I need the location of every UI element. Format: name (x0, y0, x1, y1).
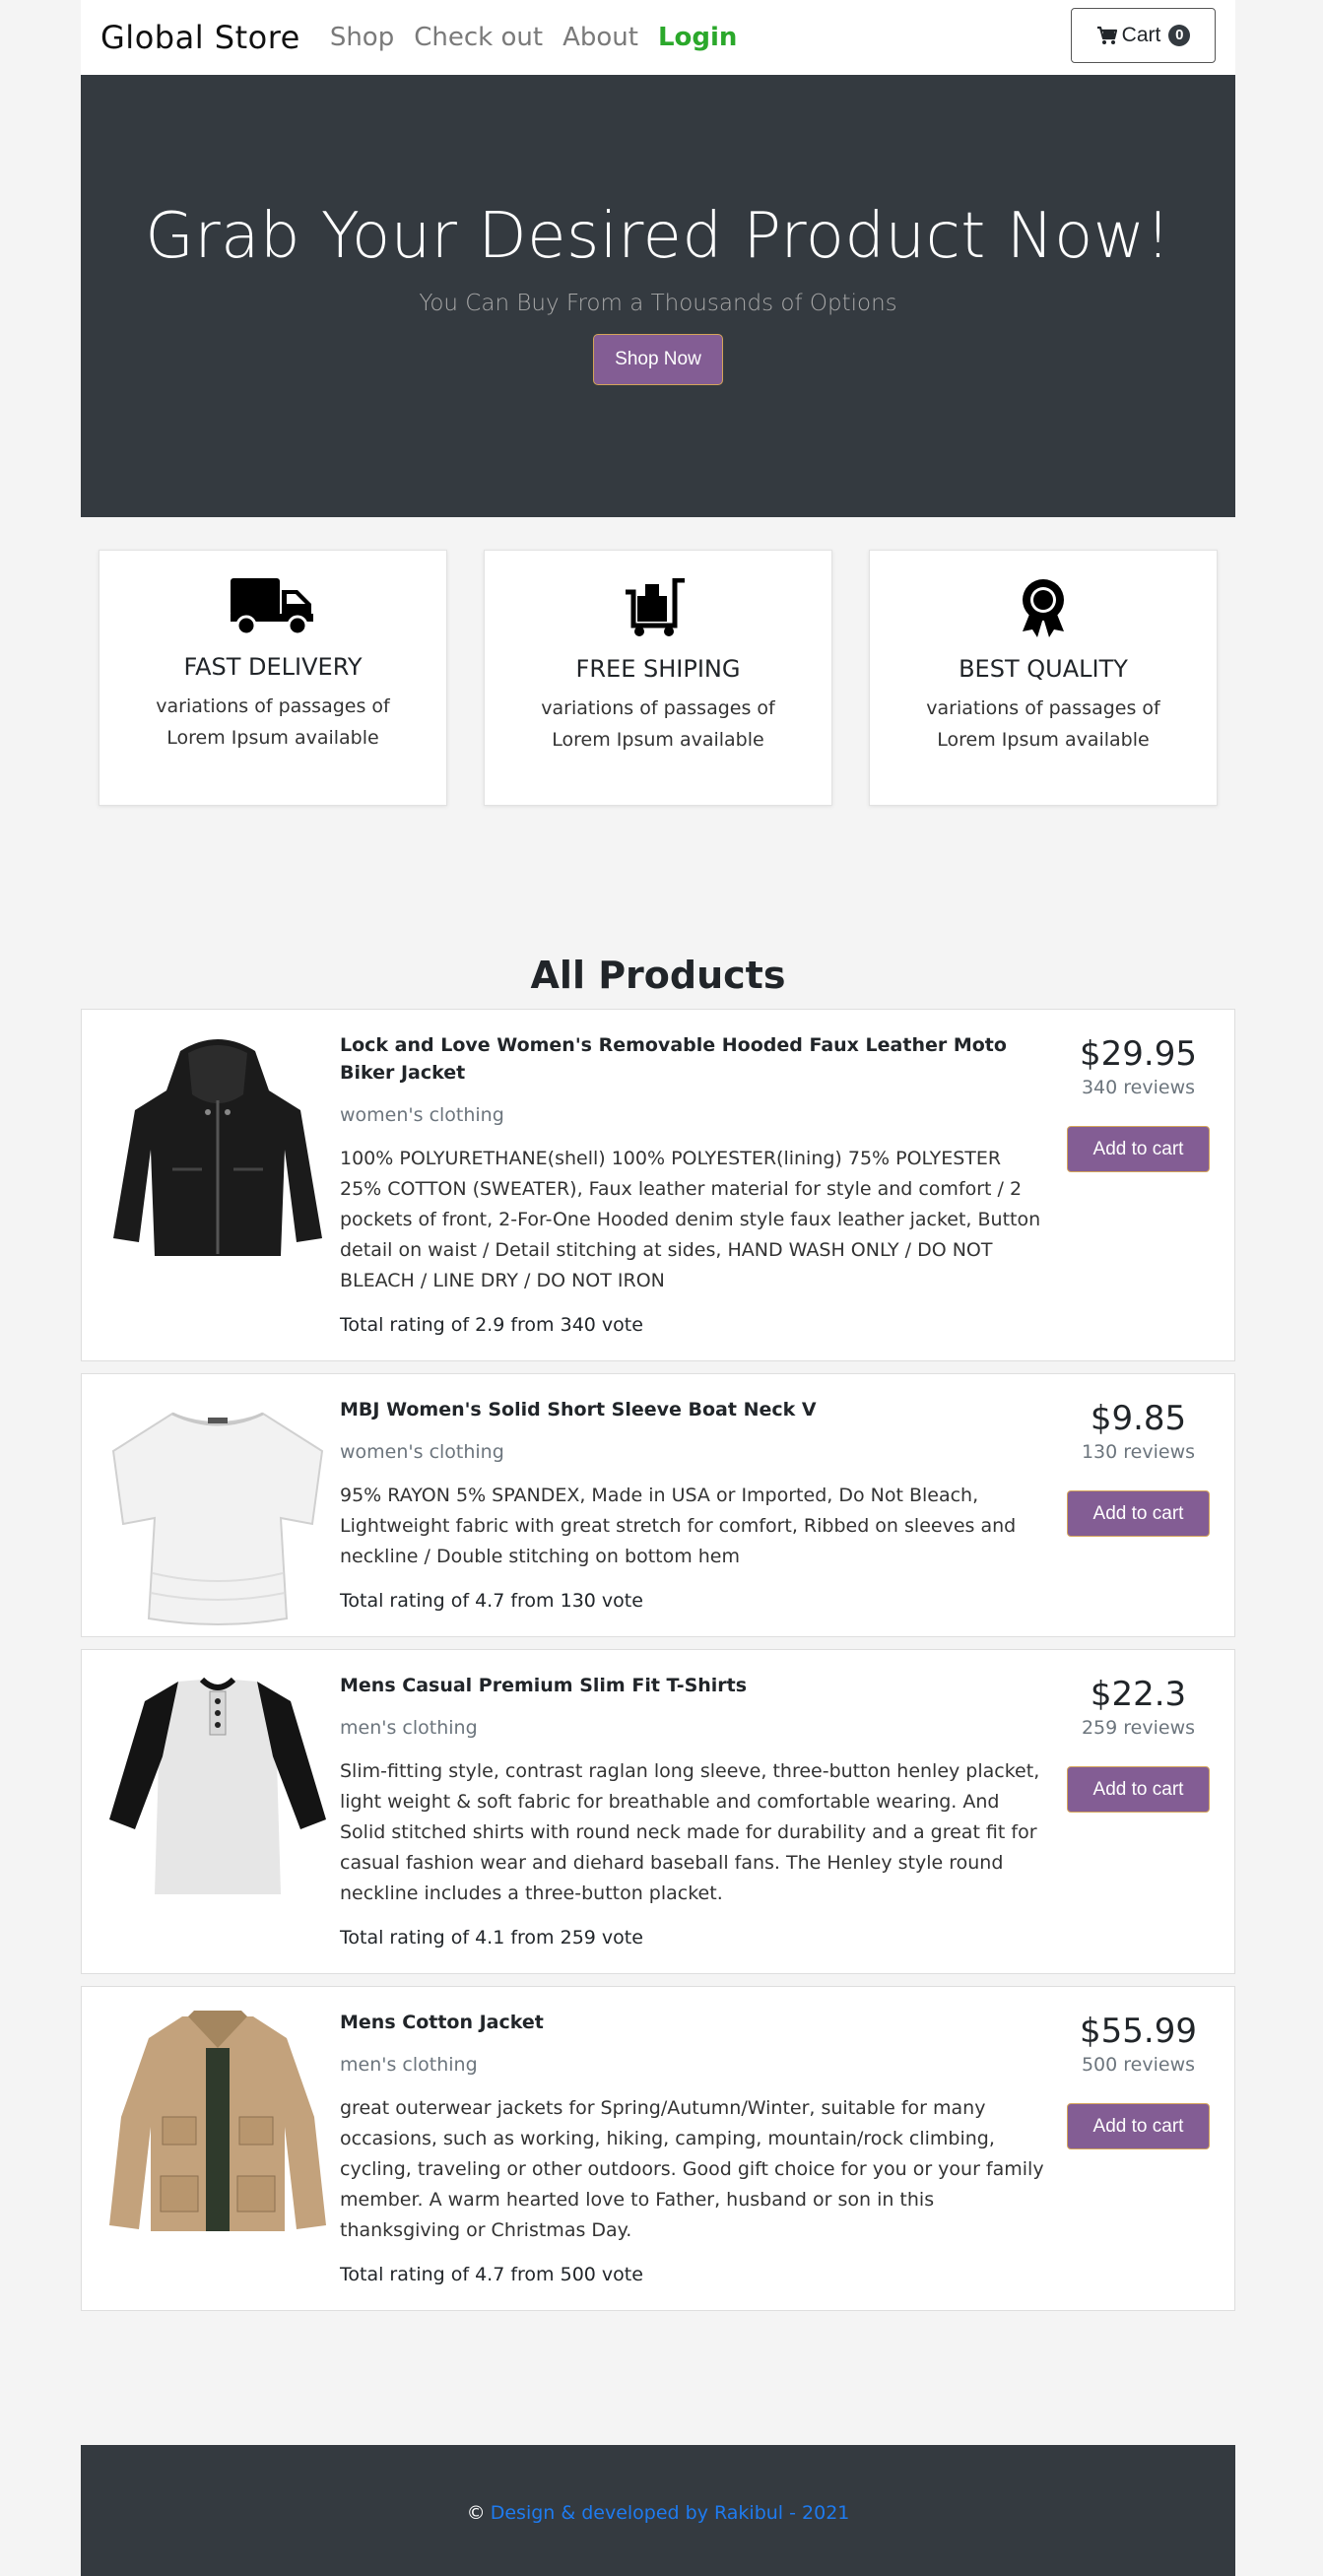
nav-link-login[interactable]: Login (658, 23, 737, 52)
shop-now-button[interactable]: Shop Now (593, 334, 723, 385)
cart-dolly-icon (626, 578, 685, 636)
product-price: $55.99 (1080, 2012, 1197, 2051)
truck-icon (231, 578, 313, 635)
product-category: women's clothing (340, 1441, 504, 1463)
nav-link-checkout[interactable]: Check out (414, 23, 543, 52)
nav-link-shop[interactable]: Shop (330, 23, 394, 52)
add-to-cart-button[interactable]: Add to cart (1067, 1766, 1210, 1813)
copyright-symbol: © (466, 2502, 486, 2524)
add-to-cart-button[interactable]: Add to cart (1067, 1490, 1210, 1537)
nav-link-about[interactable]: About (562, 23, 638, 52)
features-row: FAST DELIVERY variations of passages of … (81, 550, 1235, 806)
product-reviews: 500 reviews (1081, 2054, 1196, 2076)
product-image-white-top (111, 1412, 324, 1625)
add-to-cart-button[interactable]: Add to cart (1067, 2103, 1210, 2149)
section-title-all-products: All Products (530, 954, 786, 997)
product-reviews: 130 reviews (1081, 1441, 1196, 1463)
add-to-cart-button[interactable]: Add to cart (1067, 1126, 1210, 1172)
product-card: Mens Casual Premium Slim Fit T-Shirts me… (81, 1649, 1235, 1974)
feature-title: FAST DELIVERY (183, 653, 363, 681)
product-description: 95% RAYON 5% SPANDEX, Made in USA or Imp… (340, 1485, 1017, 1567)
footer-credit-link[interactable]: Design & developed by Rakibul - 2021 (491, 2502, 850, 2524)
hero-subtitle: You Can Buy From a Thousands of Options (419, 291, 897, 316)
feature-text: variations of passages of Lorem Ipsum av… (541, 697, 775, 751)
hero-banner: Grab Your Desired Product Now! You Can B… (81, 75, 1235, 517)
feature-card-free-shipping: FREE SHIPING variations of passages of L… (484, 550, 832, 806)
product-image-leather-jacket (113, 1039, 322, 1256)
brand-logo[interactable]: Global Store (100, 19, 300, 56)
cart-button[interactable]: Cart 0 (1071, 8, 1216, 63)
feature-title: FREE SHIPING (575, 655, 741, 683)
product-rating: Total rating of 2.9 from 340 vote (340, 1314, 643, 1336)
product-title: MBJ Women's Solid Short Sleeve Boat Neck… (340, 1399, 817, 1420)
product-reviews: 259 reviews (1081, 1717, 1196, 1739)
shopping-cart-icon (1096, 26, 1117, 44)
product-category: men's clothing (340, 2054, 478, 2076)
product-category: women's clothing (340, 1104, 504, 1126)
product-description: great outerwear jackets for Spring/Autum… (340, 2097, 1044, 2241)
product-list: Lock and Love Women's Removable Hooded F… (81, 1009, 1235, 2311)
product-rating: Total rating of 4.1 from 259 vote (340, 1927, 643, 1949)
product-title: Mens Cotton Jacket (340, 2012, 544, 2033)
product-price: $29.95 (1080, 1034, 1197, 1074)
product-rating: Total rating of 4.7 from 500 vote (340, 2264, 643, 2285)
product-card: Lock and Love Women's Removable Hooded F… (81, 1009, 1235, 1361)
feature-card-fast-delivery: FAST DELIVERY variations of passages of … (99, 550, 447, 806)
product-title: Lock and Love Women's Removable Hooded F… (340, 1034, 1007, 1084)
product-description: 100% POLYURETHANE(shell) 100% POLYESTER(… (340, 1148, 1041, 1291)
navbar: Global Store Shop Check out About Login … (81, 0, 1235, 75)
feature-card-best-quality: BEST QUALITY variations of passages of L… (869, 550, 1218, 806)
product-description: Slim-fitting style, contrast raglan long… (340, 1760, 1040, 1904)
product-reviews: 340 reviews (1081, 1077, 1196, 1098)
feature-title: BEST QUALITY (959, 655, 1128, 683)
feature-text: variations of passages of Lorem Ipsum av… (156, 695, 390, 749)
hero-title: Grab Your Desired Product Now! (145, 200, 1171, 273)
product-price: $22.3 (1090, 1675, 1187, 1714)
footer: © Design & developed by Rakibul - 2021 (81, 2445, 1235, 2576)
cart-count-badge: 0 (1168, 25, 1191, 46)
feature-text: variations of passages of Lorem Ipsum av… (926, 697, 1160, 751)
product-category: men's clothing (340, 1717, 478, 1739)
award-ribbon-icon (1023, 579, 1064, 637)
product-title: Mens Casual Premium Slim Fit T-Shirts (340, 1675, 748, 1696)
product-card: MBJ Women's Solid Short Sleeve Boat Neck… (81, 1373, 1235, 1637)
cart-label: Cart (1121, 24, 1161, 46)
product-image-henley-shirt (109, 1677, 326, 1894)
product-image-cotton-jacket (109, 2011, 326, 2231)
product-price: $9.85 (1090, 1399, 1187, 1438)
product-rating: Total rating of 4.7 from 130 vote (340, 1590, 643, 1612)
product-card: Mens Cotton Jacket men's clothing great … (81, 1986, 1235, 2311)
